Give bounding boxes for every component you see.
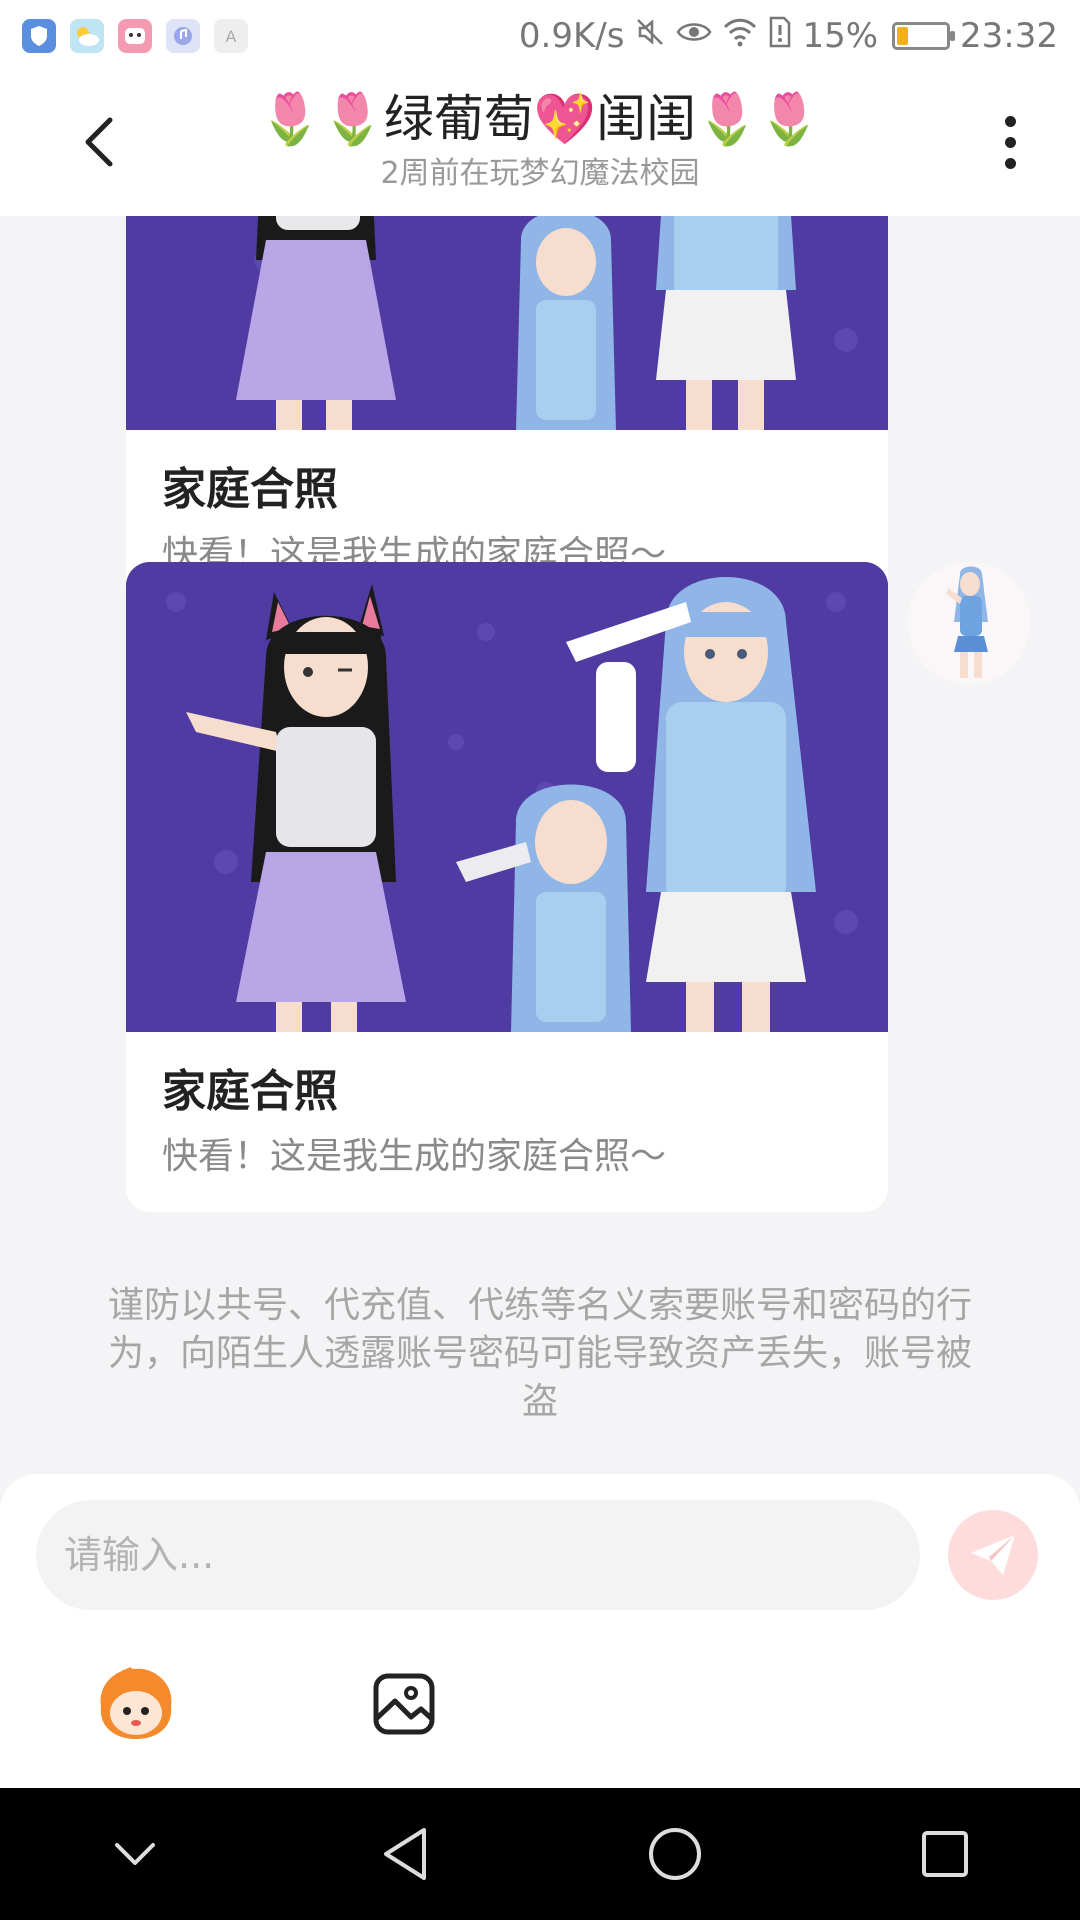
chevron-left-icon — [85, 117, 113, 167]
message-list[interactable]: 家庭合照 快看！这是我生成的家庭合照～ 家庭合照 快看！这是我生成的家庭合照～ … — [0, 216, 1080, 1474]
battery-icon — [892, 22, 956, 50]
card-title: 家庭合照 — [162, 464, 338, 515]
send-button[interactable] — [948, 1510, 1038, 1600]
nav-hide-button[interactable] — [75, 1804, 195, 1904]
chevron-down-icon — [115, 1843, 155, 1865]
eye-icon — [676, 18, 712, 54]
status-bar: A 0.9K/s 15% 23:32 — [0, 0, 1080, 72]
app-shield-icon — [22, 19, 56, 53]
family-photo-illustration — [126, 562, 888, 1032]
input-panel — [0, 1474, 1080, 1788]
avatar-character-icon — [908, 562, 1030, 684]
chat-subtitle: 2周前在玩梦幻魔法校园 — [380, 156, 700, 191]
music-icon — [166, 19, 200, 53]
status-app-icons: A — [22, 19, 248, 53]
wifi-icon — [722, 17, 758, 55]
sender-avatar[interactable] — [908, 562, 1030, 684]
message-card[interactable]: 家庭合照 快看！这是我生成的家庭合照～ — [126, 216, 888, 610]
chat-header: 🌷🌷绿葡萄💖闺闺🌷🌷 2周前在玩梦幻魔法校园 — [0, 72, 1080, 216]
text-icon: A — [214, 19, 248, 53]
more-dot — [1004, 115, 1016, 127]
image-picker-button[interactable] — [354, 1654, 454, 1754]
more-dot — [1004, 136, 1016, 148]
circle-home-icon — [649, 1828, 701, 1880]
message-input[interactable] — [36, 1500, 920, 1610]
card-text-block: 家庭合照 快看！这是我生成的家庭合照～ — [126, 1032, 888, 1212]
avatar-mascot-button[interactable] — [86, 1654, 186, 1754]
card-title: 家庭合照 — [162, 1066, 338, 1117]
nav-recents-button[interactable] — [885, 1804, 1005, 1904]
mute-icon — [634, 16, 666, 56]
battery-percent: 15% — [802, 16, 879, 56]
system-nav-bar — [0, 1788, 1080, 1920]
family-photo-image[interactable] — [126, 562, 888, 1032]
nav-back-button[interactable] — [345, 1804, 465, 1904]
status-indicators: 0.9K/s 15% 23:32 — [519, 16, 1058, 56]
network-speed: 0.9K/s — [518, 16, 625, 56]
weather-icon — [70, 19, 104, 53]
card-description: 快看！这是我生成的家庭合照～ — [162, 1136, 667, 1177]
triangle-back-icon — [384, 1828, 426, 1880]
family-photo-illustration — [126, 216, 888, 430]
clock: 23:32 — [960, 16, 1058, 56]
app-face-icon — [118, 19, 152, 53]
more-dot — [1004, 157, 1016, 169]
safety-notice: 谨防以共号、代充值、代练等名义索要账号和密码的行为，向陌生人透露账号密码可能导致… — [107, 1285, 972, 1422]
mascot-face-icon — [100, 1667, 172, 1739]
paper-plane-icon — [971, 1535, 1015, 1575]
message-card[interactable]: 家庭合照 快看！这是我生成的家庭合照～ — [126, 562, 888, 1212]
back-button[interactable] — [58, 102, 138, 182]
more-options-button[interactable] — [980, 102, 1040, 182]
square-recents-icon — [922, 1831, 968, 1877]
header-title-block: 🌷🌷绿葡萄💖闺闺🌷🌷 2周前在玩梦幻魔法校园 — [160, 84, 920, 194]
nav-home-button[interactable] — [615, 1804, 735, 1904]
sim-alert-icon — [768, 16, 792, 56]
chat-title: 🌷🌷绿葡萄💖闺闺🌷🌷 — [259, 90, 821, 148]
family-photo-image[interactable] — [126, 216, 888, 430]
image-icon — [373, 1673, 435, 1735]
